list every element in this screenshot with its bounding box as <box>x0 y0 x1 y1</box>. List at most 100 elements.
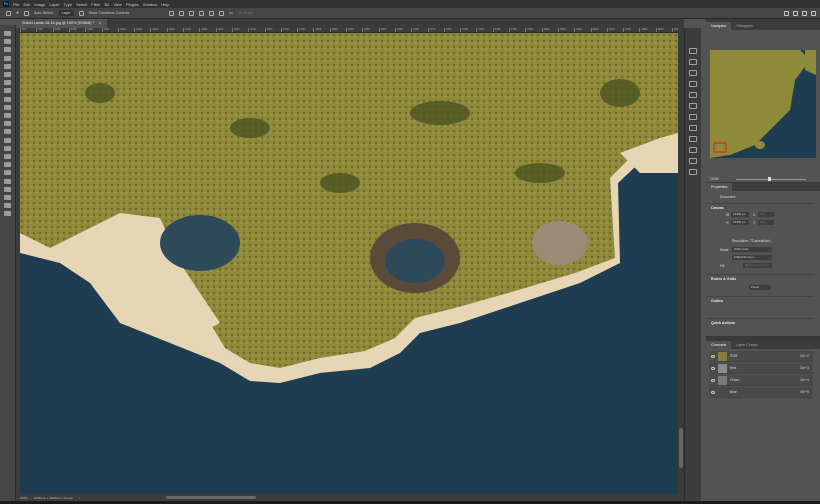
align-right-icon[interactable] <box>189 10 195 16</box>
paragraph-panel-icon[interactable] <box>689 136 697 142</box>
dodge-tool-icon[interactable] <box>4 145 11 151</box>
zoom-slider-handle[interactable] <box>768 177 771 181</box>
guides-section[interactable]: Guides <box>706 296 814 303</box>
canvas-section[interactable]: Canvas <box>706 203 814 210</box>
character-panel-icon[interactable] <box>689 125 697 131</box>
width-field[interactable]: 16384 px <box>731 212 749 217</box>
menu-edit[interactable]: Edit <box>23 2 30 7</box>
marquee-tool-icon[interactable] <box>4 39 11 45</box>
home-icon[interactable] <box>6 10 11 16</box>
menu-view[interactable]: View <box>113 2 122 7</box>
frame-tool-icon[interactable] <box>4 72 11 77</box>
zoom-level[interactable]: 100% <box>20 496 28 500</box>
menu-3d[interactable]: 3D <box>104 2 109 7</box>
share-icon[interactable] <box>811 11 816 16</box>
channel-row[interactable]: Green Ctrl+4 <box>709 375 813 386</box>
blur-tool-icon[interactable] <box>4 137 11 143</box>
mode-dropdown[interactable]: RGB Color <box>732 247 772 252</box>
zoom-tool-icon[interactable] <box>4 195 11 200</box>
menu-filter[interactable]: Filter <box>91 2 100 7</box>
menu-image[interactable]: Image <box>34 2 45 7</box>
y-field[interactable]: 0 px <box>758 220 774 225</box>
gradient-tool-icon[interactable] <box>4 129 11 135</box>
zoom-slider[interactable] <box>736 179 806 180</box>
tab-histogram[interactable]: Histogram <box>731 22 757 30</box>
menu-select[interactable]: Select <box>76 2 87 7</box>
navigator-zoom[interactable]: 100% <box>710 177 719 181</box>
menu-layer[interactable]: Layer <box>49 2 59 7</box>
brush-settings-panel-icon[interactable] <box>689 114 697 120</box>
visibility-eye-icon[interactable] <box>711 366 715 370</box>
healing-tool-icon[interactable] <box>4 88 11 94</box>
menu-type[interactable]: Type <box>64 2 73 7</box>
align-middle-icon[interactable] <box>209 10 215 16</box>
visibility-eye-icon[interactable] <box>711 354 715 358</box>
eraser-tool-icon[interactable] <box>4 121 11 127</box>
fill-label: Fill <box>720 264 725 268</box>
adjustments-panel-icon[interactable] <box>689 92 697 98</box>
history-brush-tool-icon[interactable] <box>4 113 11 118</box>
pen-tool-icon[interactable] <box>4 154 11 159</box>
crop-tool-icon[interactable] <box>4 63 11 69</box>
menu-file[interactable]: File <box>13 2 19 7</box>
more-options-button[interactable]: ••• <box>229 11 233 15</box>
learn-icon[interactable] <box>784 11 789 16</box>
height-field[interactable]: 16384 px <box>731 220 749 225</box>
brush-tool-icon[interactable] <box>4 96 11 102</box>
bit-depth-dropdown[interactable]: 8 Bits/Channel <box>732 255 772 260</box>
eyedropper-tool-icon[interactable] <box>4 80 11 86</box>
align-center-icon[interactable] <box>179 10 185 16</box>
history-panel-icon[interactable] <box>689 158 697 164</box>
paths-panel-icon[interactable] <box>689 103 697 109</box>
align-left-icon[interactable] <box>169 10 175 16</box>
move-tool-icon[interactable]: ✥ <box>16 11 19 15</box>
tab-channels[interactable]: Channels <box>706 341 732 349</box>
more-tool-icon[interactable] <box>4 203 11 209</box>
lasso-tool-icon[interactable] <box>4 47 11 53</box>
actions-panel-icon[interactable] <box>689 169 697 175</box>
x-field[interactable]: 0 px <box>758 212 774 217</box>
rectangle-tool-icon[interactable] <box>4 178 11 184</box>
tab-properties[interactable]: Properties <box>706 183 733 191</box>
menu-plugins[interactable]: Plugins <box>126 2 139 7</box>
path-select-tool-icon[interactable] <box>4 170 11 176</box>
channel-row[interactable]: Red Ctrl+3 <box>709 363 813 374</box>
scroll-thumb[interactable] <box>679 428 683 468</box>
move-tool-icon[interactable] <box>4 31 11 36</box>
glyphs-panel-icon[interactable] <box>689 147 697 153</box>
quick-actions-section[interactable]: Quick Actions <box>706 318 814 325</box>
horizontal-scrollbar[interactable] <box>166 496 256 499</box>
search-icon[interactable] <box>793 11 798 16</box>
channel-row[interactable]: Blue Ctrl+5 <box>709 387 813 398</box>
tab-layer-comps[interactable]: Layer Comps <box>731 341 762 349</box>
menu-window[interactable]: Window <box>143 2 157 7</box>
align-top-icon[interactable] <box>199 10 205 16</box>
rulers-grids-section[interactable]: Rulers & Grids <box>706 274 814 281</box>
hand-tool-icon[interactable] <box>4 186 11 192</box>
color-panel-icon[interactable] <box>689 48 697 54</box>
auto-select-checkbox[interactable] <box>24 10 30 16</box>
units-dropdown[interactable]: Pixels <box>749 285 771 290</box>
visibility-eye-icon[interactable] <box>711 390 715 394</box>
navigator-thumbnail[interactable] <box>710 50 816 158</box>
channel-row[interactable]: RGB Ctrl+2 <box>709 351 813 362</box>
visibility-eye-icon[interactable] <box>711 378 715 382</box>
transform-controls-checkbox[interactable] <box>78 10 84 16</box>
libraries-panel-icon[interactable] <box>689 81 697 87</box>
status-arrow[interactable]: > <box>79 496 81 500</box>
color-tool-icon[interactable] <box>4 211 11 217</box>
type-tool-icon[interactable] <box>4 162 11 168</box>
align-bottom-icon[interactable] <box>219 10 225 16</box>
close-tab-icon[interactable]: × <box>99 21 101 25</box>
clone-tool-icon[interactable] <box>4 104 11 110</box>
swatches-panel-icon[interactable] <box>689 59 697 65</box>
quick-select-tool-icon[interactable] <box>4 55 11 61</box>
document-tab[interactable]: Shield Lands 18-16.jpg @ 100% (RGB/8) * … <box>16 19 108 28</box>
workspace-icon[interactable] <box>802 11 807 16</box>
fill-dropdown[interactable]: Background Color <box>743 263 772 268</box>
menu-help[interactable]: Help <box>161 2 169 7</box>
document-canvas[interactable] <box>20 33 678 494</box>
tab-navigator[interactable]: Navigator <box>706 22 732 30</box>
auto-select-target-dropdown[interactable]: Layer <box>58 10 74 16</box>
layers-panel-icon[interactable] <box>689 70 697 76</box>
